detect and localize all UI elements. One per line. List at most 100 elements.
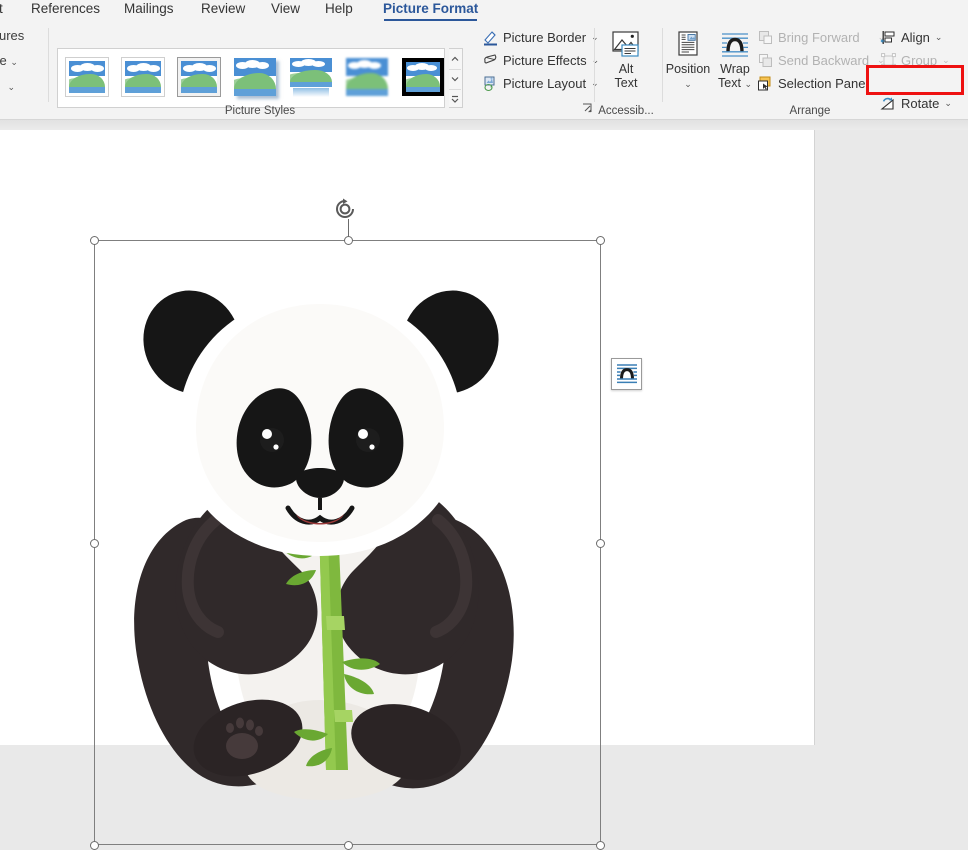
tab-picture-format[interactable]: Picture Format — [380, 0, 481, 22]
align-button[interactable]: Align ⌄ — [880, 27, 942, 48]
thumbnail-frame — [346, 58, 388, 96]
tab-label: View — [271, 1, 300, 16]
chevron-down-icon — [451, 76, 459, 82]
label: Bring Forward — [778, 30, 860, 45]
tab-help[interactable]: Help — [322, 0, 356, 22]
handle-top-center[interactable] — [344, 236, 353, 245]
label: Picture Layout — [503, 76, 586, 91]
ribbon-tab-strip: t References Mailings Review View Help P… — [0, 0, 968, 22]
pen-icon — [482, 29, 499, 46]
adjust-color-truncated[interactable]: e ⌄ — [0, 78, 15, 93]
thumbnail-landscape — [290, 58, 332, 87]
thumbnail-landscape — [346, 58, 388, 96]
tab-label: Picture Format — [383, 1, 478, 16]
alt-text-button[interactable]: Alt Text — [606, 28, 646, 90]
gallery-scroll-up-button[interactable] — [449, 49, 461, 68]
alt-text-line2: Text — [606, 76, 646, 90]
chevron-down-icon: ⌄ — [684, 79, 692, 89]
page-top-shadow — [0, 120, 968, 130]
layout-options-button[interactable] — [611, 358, 642, 390]
picture-border-button[interactable]: Picture Border ⌄ — [482, 27, 599, 48]
label: Send Backward — [778, 53, 869, 68]
bring-forward-icon — [757, 29, 774, 46]
thumbnail-landscape — [181, 61, 217, 93]
picture-style-thumbnail[interactable] — [234, 58, 276, 96]
position-label: Position — [663, 62, 713, 76]
handle-bottom-center[interactable] — [344, 841, 353, 850]
label: Group — [901, 53, 937, 68]
gallery-scroll-arrows — [449, 48, 463, 108]
picture-style-thumbnail[interactable] — [290, 58, 332, 96]
chevron-down-icon: ⌄ — [7, 82, 15, 92]
selection-pane-icon — [757, 75, 774, 92]
thumbnail-reflection — [293, 88, 329, 97]
group-button[interactable]: Group ⌄ — [880, 50, 950, 71]
tab-view[interactable]: View — [268, 0, 303, 22]
thumbnail-frame — [234, 58, 276, 96]
arrange-group-label: Arrange — [700, 105, 920, 117]
chevron-down-icon: ⌄ — [944, 98, 952, 109]
selection-pane-button[interactable]: Selection Pane — [757, 73, 865, 94]
picture-styles-gallery[interactable] — [57, 48, 445, 108]
handle-bottom-right[interactable] — [596, 841, 605, 850]
document-page[interactable] — [0, 130, 815, 745]
position-button[interactable]: Position ⌄ — [663, 28, 713, 91]
adjust-picture-truncated[interactable]: ure ⌄ — [0, 53, 18, 68]
picture-effects-button[interactable]: Picture Effects ⌄ — [482, 50, 599, 71]
picture-style-thumbnail[interactable] — [66, 58, 108, 96]
picture-style-thumbnail[interactable] — [346, 58, 388, 96]
handle-top-left[interactable] — [90, 236, 99, 245]
tab-mailings[interactable]: Mailings — [121, 0, 177, 22]
picture-style-thumbnail[interactable] — [122, 58, 164, 96]
wrap-text-button[interactable]: Wrap Text ⌄ — [713, 28, 757, 91]
ribbon-body: ictures ure ⌄ e ⌄ — [0, 22, 968, 120]
handle-middle-right[interactable] — [596, 539, 605, 548]
picture-style-thumbnail-selected[interactable] — [402, 58, 444, 96]
tab-insert-truncated[interactable]: t — [0, 0, 6, 22]
alt-text-icon — [606, 28, 646, 62]
send-backward-button[interactable]: Send Backward ⌄ — [757, 50, 885, 71]
handle-top-right[interactable] — [596, 236, 605, 245]
tab-review[interactable]: Review — [198, 0, 248, 22]
rotation-handle[interactable] — [334, 197, 362, 221]
chevron-down-icon: ⌄ — [10, 57, 18, 67]
send-backward-icon — [757, 52, 774, 69]
smartart-icon — [482, 75, 499, 92]
adjust-change-picture-truncated[interactable]: ictures — [0, 28, 24, 43]
picture-layout-button[interactable]: Picture Layout ⌄ — [482, 73, 599, 94]
align-icon — [880, 29, 897, 46]
document-canvas[interactable] — [0, 120, 968, 745]
tab-references[interactable]: References — [28, 0, 103, 22]
effects-icon — [482, 52, 499, 69]
active-tab-underline — [384, 19, 477, 22]
handle-middle-left[interactable] — [90, 539, 99, 548]
gallery-more-button[interactable] — [449, 89, 461, 108]
group-separator — [594, 28, 595, 102]
thumbnail-frame — [402, 58, 444, 96]
handle-bottom-left[interactable] — [90, 841, 99, 850]
selection-frame — [94, 240, 601, 845]
picture-styles-group-label: Picture Styles — [140, 105, 380, 117]
tab-label: Review — [201, 1, 245, 16]
wrap-text-line2: Text — [718, 76, 741, 90]
thumbnail-frame — [66, 58, 108, 96]
chevron-down-icon: ⌄ — [592, 55, 600, 66]
more-chevron-icon — [451, 95, 459, 104]
tab-label: References — [31, 1, 100, 16]
wrap-text-line1: Wrap — [720, 62, 750, 76]
label: Picture Border — [503, 30, 586, 45]
chevron-up-icon — [451, 56, 459, 62]
tab-label: Help — [325, 1, 353, 16]
thumbnail-frame — [178, 58, 220, 96]
accessibility-group-label: Accessib... — [586, 105, 666, 117]
gallery-scroll-down-button[interactable] — [449, 69, 461, 88]
chevron-down-icon: ⌄ — [942, 55, 950, 66]
ribbon: t References Mailings Review View Help P… — [0, 0, 968, 120]
rotate-circular-arrow-icon — [334, 197, 362, 221]
wrap-text-icon — [713, 28, 757, 62]
chevron-down-icon: ⌄ — [935, 32, 943, 43]
wrap-text-icon — [615, 362, 639, 386]
bring-forward-button[interactable]: Bring Forward ⌄ — [757, 27, 885, 48]
picture-style-thumbnail[interactable] — [178, 58, 220, 96]
thumbnail-frame — [290, 58, 332, 87]
